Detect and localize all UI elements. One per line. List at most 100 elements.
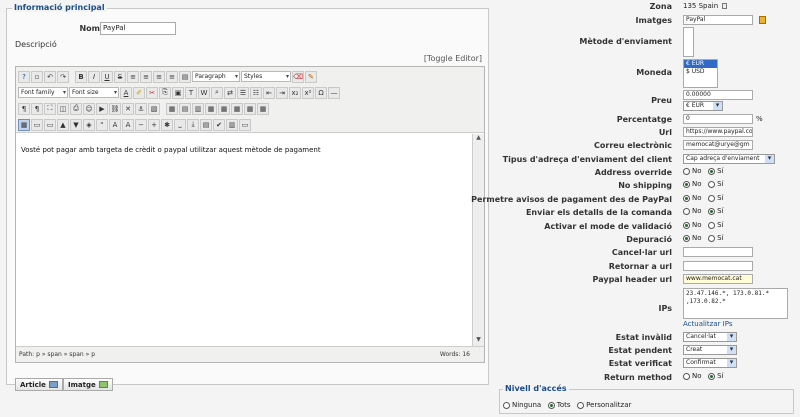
moneda-option-usd[interactable]: $ USD <box>684 68 717 76</box>
estat-invalid-select[interactable]: Cancel·lat <box>683 332 737 342</box>
activar-si[interactable]: Sí <box>708 221 723 229</box>
spellcheck-icon[interactable]: ✔ <box>213 118 225 131</box>
enviar-si[interactable]: Sí <box>708 207 723 215</box>
move-forward-icon[interactable]: ▲ <box>57 118 69 131</box>
pagebreak-icon[interactable]: ⤓ <box>187 118 199 131</box>
cut-icon[interactable]: ✂ <box>146 86 158 99</box>
redo-icon[interactable]: ↷ <box>57 70 69 83</box>
actualitzar-ips-link[interactable]: Actualitzar IPs <box>683 320 733 328</box>
help-icon[interactable]: ? <box>18 70 30 83</box>
preu-currency-select[interactable]: € EUR <box>683 101 723 111</box>
subscript-icon[interactable]: x₂ <box>289 86 301 99</box>
merge-cells-icon[interactable]: ▦ <box>257 102 269 115</box>
cite-icon[interactable]: “ <box>96 118 108 131</box>
strikethrough-icon[interactable]: S <box>114 70 126 83</box>
scroll-up-icon[interactable]: ▲ <box>473 134 484 144</box>
nbsp-icon[interactable]: ⎵ <box>174 118 186 131</box>
underline-icon[interactable]: U <box>101 70 113 83</box>
unlink-icon[interactable]: ✕ <box>122 102 134 115</box>
retornar-input[interactable] <box>683 261 753 271</box>
format-select[interactable]: Paragraph <box>192 71 240 82</box>
paste-word-icon[interactable]: W <box>198 86 210 99</box>
acronym-icon[interactable]: A <box>122 118 134 131</box>
address-override-no[interactable]: No <box>683 167 702 175</box>
image-picker-icon[interactable] <box>759 16 766 24</box>
url-input[interactable]: https://www.paypal.com <box>683 127 753 137</box>
italic-icon[interactable]: I <box>88 70 100 83</box>
align-left-icon[interactable]: ≡ <box>127 70 139 83</box>
align-right-icon[interactable]: ≡ <box>153 70 165 83</box>
move-backward-icon[interactable]: ▼ <box>70 118 82 131</box>
emoticons-icon[interactable]: ☺ <box>83 102 95 115</box>
preview-icon[interactable]: ◫ <box>57 102 69 115</box>
background-color-icon[interactable]: ✐ <box>133 86 145 99</box>
superscript-icon[interactable]: x² <box>302 86 314 99</box>
fullscreen-icon[interactable]: ⛶ <box>44 102 56 115</box>
link-icon[interactable]: ⛓ <box>109 102 121 115</box>
ips-textarea[interactable]: 23.47.146.*, 173.0.81.* ,173.0.82.* <box>683 288 788 319</box>
access-tots[interactable]: Tots <box>547 401 571 409</box>
metode-listbox[interactable] <box>683 27 694 57</box>
abbr-icon[interactable]: A <box>109 118 121 131</box>
moneda-option-eur[interactable]: € EUR <box>684 60 717 68</box>
estat-pendent-select[interactable]: Creat <box>683 345 737 355</box>
delete-col-icon[interactable]: ▦ <box>244 102 256 115</box>
visual-aid-icon[interactable]: ▦ <box>18 118 30 131</box>
insert-col-icon[interactable]: ▦ <box>231 102 243 115</box>
find-icon[interactable]: ⌕ <box>211 86 223 99</box>
print-icon[interactable]: ⎙ <box>70 102 82 115</box>
permetre-si[interactable]: Sí <box>708 194 723 202</box>
permetre-no[interactable]: No <box>683 194 702 202</box>
align-center-icon[interactable]: ≡ <box>140 70 152 83</box>
access-ninguna[interactable]: Ninguna <box>503 401 541 409</box>
replace-icon[interactable]: ⇄ <box>224 86 236 99</box>
rtl-icon[interactable]: ¶ <box>31 102 43 115</box>
image-icon[interactable]: ▧ <box>148 102 160 115</box>
charmap-icon[interactable]: Ω <box>315 86 327 99</box>
toggle-editor-link[interactable]: [Toggle Editor] <box>424 54 482 63</box>
depuracio-no[interactable]: No <box>683 234 702 242</box>
bullet-list-icon[interactable]: ☰ <box>237 86 249 99</box>
numbered-list-icon[interactable]: ☷ <box>250 86 262 99</box>
cleanup-icon[interactable]: ✎ <box>305 70 317 83</box>
delete-row-icon[interactable]: ▦ <box>218 102 230 115</box>
align-justify-icon[interactable]: ≡ <box>166 70 178 83</box>
enviar-no[interactable]: No <box>683 207 702 215</box>
copy-icon[interactable]: ⎘ <box>159 86 171 99</box>
bold-icon[interactable]: B <box>75 70 87 83</box>
estat-verificat-select[interactable]: Confirmat <box>683 358 737 368</box>
outdent-icon[interactable]: ⇤ <box>263 86 275 99</box>
cell-props-icon[interactable]: ▥ <box>192 102 204 115</box>
scroll-down-icon[interactable]: ▼ <box>473 336 484 346</box>
zona-edit-icon[interactable] <box>722 3 728 9</box>
preu-input[interactable]: 0.00000 <box>683 90 753 100</box>
editor-scrollbar[interactable]: ▲ ▼ <box>472 134 484 346</box>
abs-position-icon[interactable]: ◈ <box>83 118 95 131</box>
image-button[interactable]: Imatge <box>63 378 113 391</box>
insert-row-icon[interactable]: ▦ <box>205 102 217 115</box>
anchor-icon[interactable]: ⚓ <box>135 102 147 115</box>
code-icon[interactable]: ▭ <box>239 118 251 131</box>
no-shipping-si[interactable]: Sí <box>708 180 723 188</box>
activar-no[interactable]: No <box>683 221 702 229</box>
moneda-listbox[interactable]: € EUR $ USD <box>683 59 718 88</box>
indent-icon[interactable]: ⇥ <box>276 86 288 99</box>
tipus-select[interactable]: Cap adreça d'enviament <box>683 154 775 164</box>
media-icon[interactable]: ▶ <box>96 102 108 115</box>
font-size-select[interactable]: Font size <box>69 87 119 98</box>
clear-format-icon[interactable]: ⌫ <box>292 70 304 83</box>
template-icon[interactable]: ▤ <box>200 118 212 131</box>
new-document-icon[interactable]: ▫ <box>31 70 43 83</box>
font-family-select[interactable]: Font family <box>18 87 68 98</box>
address-override-si[interactable]: Sí <box>708 167 723 175</box>
percentatge-input[interactable]: 0 <box>683 114 753 124</box>
ltr-icon[interactable]: ¶ <box>18 102 30 115</box>
editor-content[interactable]: Vosté pot pagar amb targeta de crèdit o … <box>16 134 472 346</box>
imatges-input[interactable]: PayPal <box>683 15 753 25</box>
no-shipping-no[interactable]: No <box>683 180 702 188</box>
layer-icon[interactable]: ▭ <box>31 118 43 131</box>
text-color-icon[interactable]: A <box>120 86 132 99</box>
paste-icon[interactable]: ▣ <box>172 86 184 99</box>
cancel-input[interactable] <box>683 247 753 257</box>
styles-select[interactable]: Styles <box>241 71 291 82</box>
